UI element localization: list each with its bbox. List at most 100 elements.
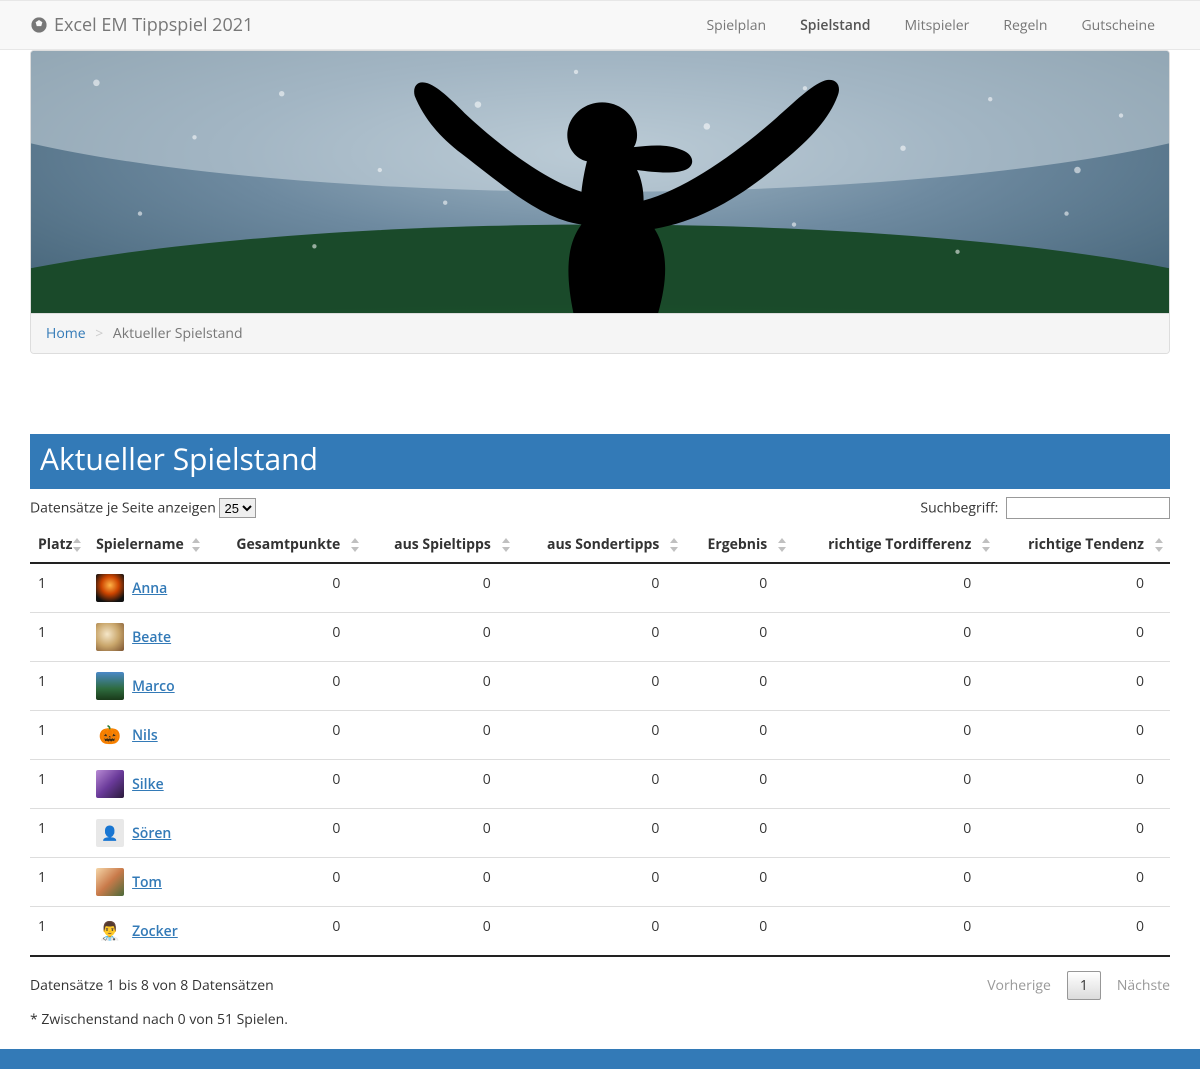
cell-value: 0 [517, 711, 686, 760]
table-row: 1👨‍⚕️Zocker000000 [30, 907, 1170, 957]
page-title: Aktueller Spielstand [30, 434, 1170, 489]
cell-rank: 1 [30, 907, 88, 957]
hero-panel: Home > Aktueller Spielstand [30, 50, 1170, 354]
cell-player: Anna [88, 563, 207, 613]
avatar [96, 672, 124, 700]
col-6[interactable]: richtige Tordifferenz [793, 527, 997, 563]
cell-value: 0 [207, 563, 366, 613]
cell-rank: 1 [30, 760, 88, 809]
col-7[interactable]: richtige Tendenz [997, 527, 1170, 563]
cell-value: 0 [793, 907, 997, 957]
soccer-ball-icon [30, 16, 48, 34]
player-link[interactable]: Marco [132, 677, 175, 696]
nav-links: SpielplanSpielstandMitspielerRegelnGutsc… [691, 8, 1170, 43]
footer-bar [0, 1049, 1200, 1069]
player-link[interactable]: Nils [132, 726, 158, 745]
cell-value: 0 [517, 760, 686, 809]
avatar: 👤 [96, 819, 124, 847]
sort-icon [777, 538, 787, 552]
cell-value: 0 [997, 563, 1170, 613]
cell-value: 0 [207, 809, 366, 858]
search-control: Suchbegriff: [920, 497, 1170, 519]
cell-value: 0 [793, 662, 997, 711]
player-link[interactable]: Zocker [132, 922, 178, 941]
cell-value: 0 [793, 760, 997, 809]
length-control: Datensätze je Seite anzeigen 25 [30, 498, 256, 518]
cell-value: 0 [207, 711, 366, 760]
cell-rank: 1 [30, 563, 88, 613]
cell-rank: 1 [30, 711, 88, 760]
sort-icon [350, 538, 360, 552]
player-link[interactable]: Sören [132, 824, 171, 843]
cell-value: 0 [793, 563, 997, 613]
cell-value: 0 [997, 662, 1170, 711]
cell-rank: 1 [30, 662, 88, 711]
table-row: 1Beate000000 [30, 613, 1170, 662]
nav-spielplan[interactable]: Spielplan [691, 8, 781, 43]
cell-value: 0 [685, 711, 793, 760]
search-input[interactable] [1006, 497, 1170, 519]
cell-player: Silke [88, 760, 207, 809]
cell-value: 0 [685, 858, 793, 907]
player-link[interactable]: Beate [132, 628, 171, 647]
col-0[interactable]: Platz [30, 527, 88, 563]
cell-value: 0 [793, 858, 997, 907]
table-info: Datensätze 1 bis 8 von 8 Datensätzen [30, 976, 274, 995]
cell-value: 0 [997, 760, 1170, 809]
col-4[interactable]: aus Sondertipps [517, 527, 686, 563]
cell-player: 🎃 Nils [88, 711, 207, 760]
table-row: 1Silke000000 [30, 760, 1170, 809]
sort-icon [1154, 538, 1164, 552]
cell-value: 0 [793, 711, 997, 760]
cell-value: 0 [207, 858, 366, 907]
cell-value: 0 [517, 563, 686, 613]
col-5[interactable]: Ergebnis [685, 527, 793, 563]
avatar [96, 623, 124, 651]
col-3[interactable]: aus Spieltipps [366, 527, 516, 563]
cell-value: 0 [366, 907, 516, 957]
table-row: 1👤Sören000000 [30, 809, 1170, 858]
cell-value: 0 [685, 662, 793, 711]
cell-value: 0 [366, 809, 516, 858]
breadcrumb-home[interactable]: Home [46, 324, 86, 343]
cell-value: 0 [997, 613, 1170, 662]
table-row: 1Tom000000 [30, 858, 1170, 907]
avatar: 🎃 [96, 721, 124, 749]
cell-player: 👨‍⚕️Zocker [88, 907, 207, 957]
nav-mitspieler[interactable]: Mitspieler [889, 8, 984, 43]
cell-value: 0 [685, 563, 793, 613]
nav-spielstand[interactable]: Spielstand [785, 8, 885, 43]
cell-player: Beate [88, 613, 207, 662]
cell-value: 0 [793, 613, 997, 662]
pager-page-1[interactable]: 1 [1067, 971, 1101, 1000]
pager-prev[interactable]: Vorherige [987, 976, 1051, 995]
cell-value: 0 [685, 809, 793, 858]
cell-value: 0 [207, 907, 366, 957]
nav-gutscheine[interactable]: Gutscheine [1066, 8, 1170, 43]
player-link[interactable]: Silke [132, 775, 164, 794]
sort-icon [191, 538, 201, 552]
cell-value: 0 [366, 858, 516, 907]
cell-value: 0 [207, 760, 366, 809]
cell-player: Tom [88, 858, 207, 907]
cell-value: 0 [685, 907, 793, 957]
cell-player: Marco [88, 662, 207, 711]
cell-value: 0 [997, 711, 1170, 760]
pager-next[interactable]: Nächste [1117, 976, 1170, 995]
avatar [96, 770, 124, 798]
length-select[interactable]: 25 [219, 498, 256, 518]
player-link[interactable]: Tom [132, 873, 162, 892]
cell-value: 0 [366, 613, 516, 662]
col-2[interactable]: Gesamtpunkte [207, 527, 366, 563]
brand[interactable]: Excel EM Tippspiel 2021 [30, 13, 253, 37]
sort-icon [501, 538, 511, 552]
table-footer: Datensätze 1 bis 8 von 8 Datensätzen Vor… [30, 957, 1170, 1004]
sort-icon [669, 538, 679, 552]
col-1[interactable]: Spielername [88, 527, 207, 563]
cell-rank: 1 [30, 858, 88, 907]
table-controls: Datensätze je Seite anzeigen 25 Suchbegr… [30, 489, 1170, 527]
avatar [96, 574, 124, 602]
nav-regeln[interactable]: Regeln [988, 8, 1062, 43]
cell-value: 0 [997, 858, 1170, 907]
player-link[interactable]: Anna [132, 579, 167, 598]
